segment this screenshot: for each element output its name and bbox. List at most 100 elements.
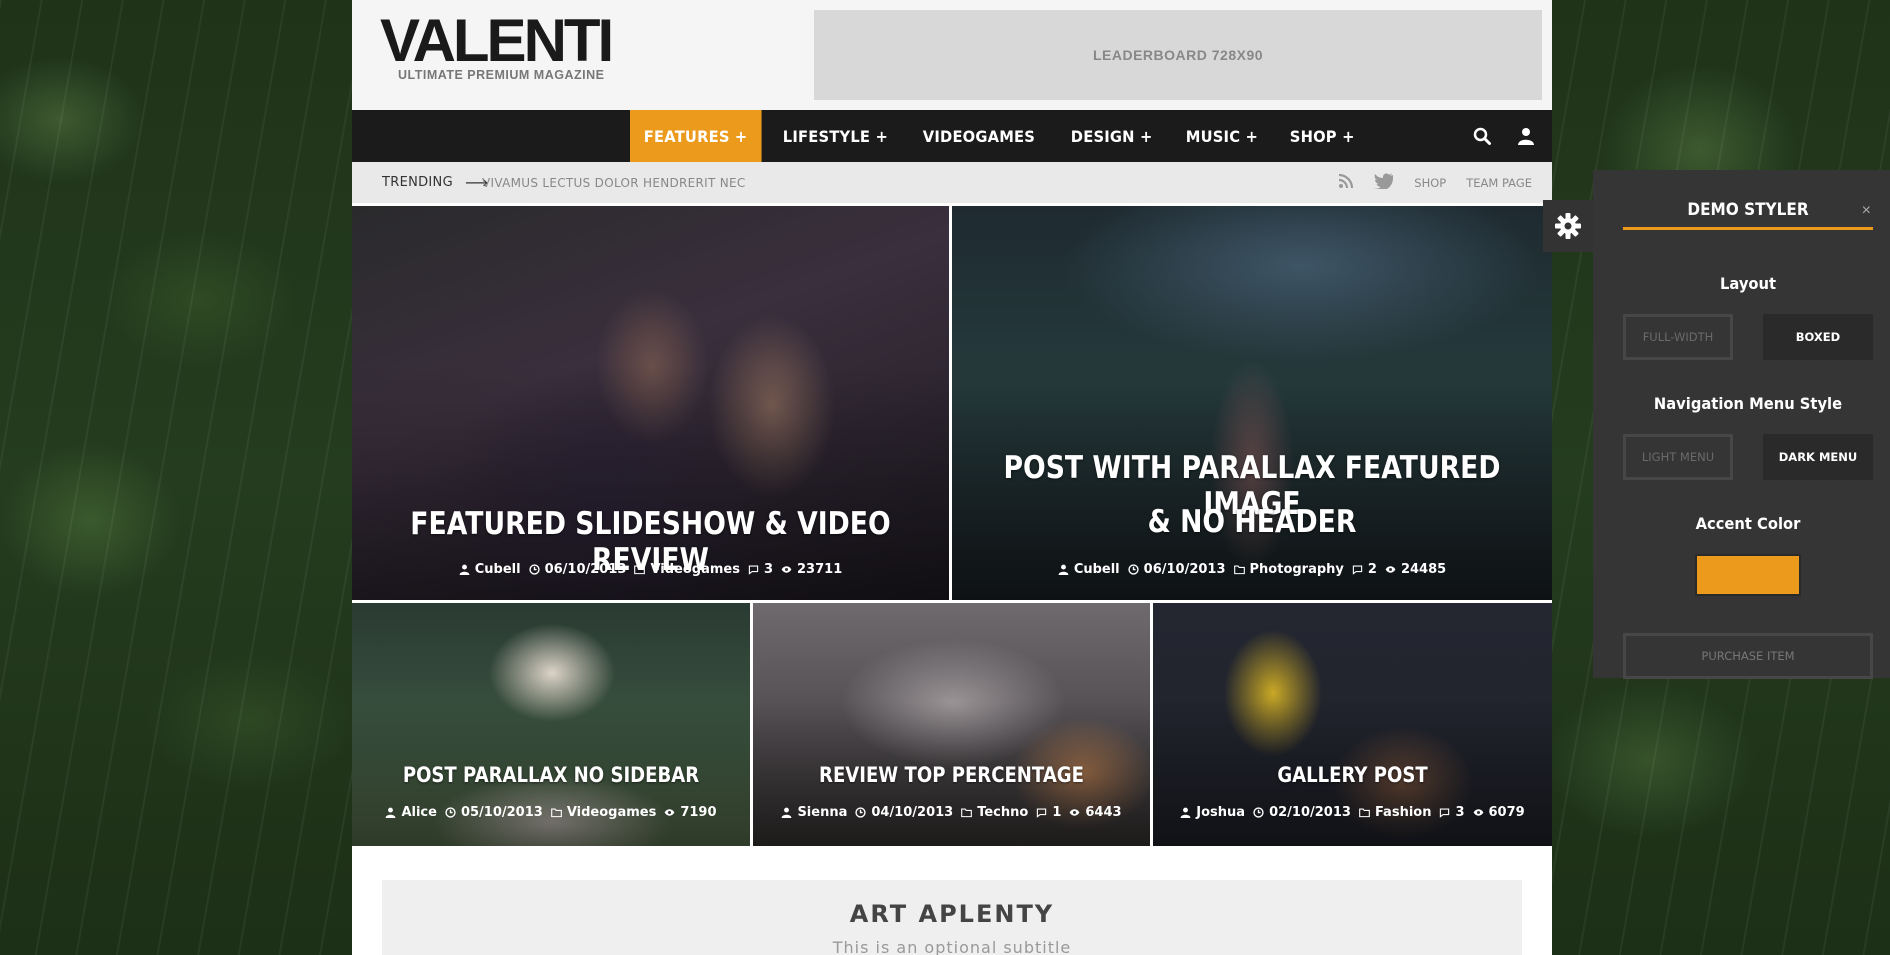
post-views: 24485 (1400, 562, 1447, 577)
main-navigation: FEATURES + LIFESTYLE + VIDEOGAMES DESIGN… (352, 110, 1552, 162)
demo-styler-panel: DEMO STYLER × Layout FULL-WIDTH BOXED Na… (1593, 170, 1890, 679)
post-meta: Cubell 06/10/2013 Videogames 3 23711 (352, 562, 949, 577)
gear-icon (1555, 213, 1581, 239)
clock-icon (445, 807, 456, 818)
site-logo[interactable]: VALENTI ULTIMATE PREMIUM MAGAZINE (380, 7, 630, 83)
post-card-gallery-post[interactable]: GALLERY POST Joshua 02/10/2013 Fashion 3… (1153, 603, 1552, 846)
post-comments[interactable]: 3 (1455, 805, 1464, 820)
folder-icon (634, 565, 646, 575)
page-container: VALENTI ULTIMATE PREMIUM MAGAZINE LEADER… (352, 0, 1552, 955)
post-meta: Alice 05/10/2013 Videogames 7190 (352, 805, 750, 820)
clock-icon (1253, 807, 1264, 818)
post-meta: Cubell 06/10/2013 Photography 2 24485 (952, 562, 1552, 577)
post-card-featured-slideshow[interactable]: FEATURED SLIDESHOW & VIDEO REVIEW Cubell… (352, 206, 949, 600)
clock-icon (855, 807, 867, 818)
nav-item-features[interactable]: FEATURES + (630, 110, 762, 162)
nav-item-shop[interactable]: SHOP + (1276, 110, 1368, 162)
nav-item-lifestyle[interactable]: LIFESTYLE + (769, 110, 902, 162)
site-header: VALENTI ULTIMATE PREMIUM MAGAZINE LEADER… (352, 0, 1552, 110)
section-subtitle: This is an optional subtitle (832, 938, 1072, 955)
logo-title: VALENTI (380, 7, 614, 74)
post-title[interactable]: REVIEW TOP PERCENTAGE (781, 763, 1122, 787)
purchase-item-button[interactable]: PURCHASE ITEM (1623, 633, 1873, 679)
accent-color-label: Accent Color (1695, 514, 1801, 533)
trending-label: TRENDING (382, 175, 453, 190)
eye-icon (664, 809, 675, 816)
folder-icon (1359, 808, 1370, 818)
search-icon[interactable] (1472, 126, 1492, 146)
eye-icon (1069, 809, 1080, 816)
close-icon[interactable]: × (1862, 202, 1871, 220)
post-views: 23711 (797, 562, 843, 577)
section-title: ART APLENTY (849, 900, 1055, 928)
post-category[interactable]: Fashion (1375, 805, 1432, 820)
post-comments[interactable]: 1 (1052, 805, 1061, 820)
post-date: 05/10/2013 (460, 805, 543, 820)
post-card-parallax-featured[interactable]: POST WITH PARALLAX FEATURED IMAGE & NO H… (952, 206, 1552, 600)
shop-link[interactable]: SHOP (1414, 176, 1446, 190)
light-menu-button[interactable]: LIGHT MENU (1623, 434, 1733, 480)
layout-full-width-button[interactable]: FULL-WIDTH (1623, 314, 1733, 360)
folder-icon (961, 808, 973, 818)
styler-toggle-button[interactable] (1543, 200, 1593, 252)
user-icon[interactable] (1516, 126, 1536, 146)
post-card-parallax-no-sidebar[interactable]: POST PARALLAX NO SIDEBAR Alice 05/10/201… (352, 603, 750, 846)
twitter-icon[interactable] (1374, 173, 1394, 192)
team-page-link[interactable]: TEAM PAGE (1466, 176, 1532, 190)
post-title[interactable]: POST PARALLAX NO SIDEBAR (380, 763, 722, 787)
accent-color-swatch[interactable] (1695, 554, 1801, 596)
eye-icon (1385, 566, 1396, 573)
post-author[interactable]: Cubell (475, 562, 521, 577)
post-date: 04/10/2013 (871, 805, 954, 820)
trending-bar: TRENDING ⟶ VIVAMUS LECTUS DOLOR HENDRERI… (352, 162, 1552, 206)
user-icon (1180, 807, 1191, 818)
post-views: 6443 (1085, 805, 1122, 820)
post-date: 02/10/2013 (1269, 805, 1351, 820)
nav-item-videogames[interactable]: VIDEOGAMES (909, 110, 1049, 162)
post-comments[interactable]: 2 (1368, 562, 1377, 577)
section-block-header: ART APLENTY This is an optional subtitle (382, 880, 1522, 955)
user-icon (1058, 564, 1069, 575)
post-category[interactable]: Videogames (567, 805, 657, 820)
comment-icon (748, 565, 759, 575)
folder-icon (550, 808, 562, 818)
post-views: 6079 (1488, 805, 1525, 820)
post-card-review-top-percentage[interactable]: REVIEW TOP PERCENTAGE Sienna 04/10/2013 … (753, 603, 1150, 846)
clock-icon (1128, 564, 1139, 575)
user-icon (459, 564, 470, 575)
user-icon (782, 807, 792, 818)
post-author[interactable]: Sienna (797, 805, 847, 820)
post-date: 06/10/2013 (1143, 562, 1226, 577)
post-author[interactable]: Joshua (1196, 805, 1245, 820)
post-meta: Sienna 04/10/2013 Techno 1 6443 (753, 805, 1150, 820)
post-category[interactable]: Photography (1250, 562, 1344, 577)
comment-icon (1037, 808, 1047, 818)
nav-style-label: Navigation Menu Style (1653, 394, 1843, 413)
post-views: 7190 (680, 805, 717, 820)
post-meta: Joshua 02/10/2013 Fashion 3 6079 (1153, 805, 1552, 820)
eye-icon (781, 566, 792, 573)
layout-boxed-button[interactable]: BOXED (1763, 314, 1873, 360)
folder-icon (1233, 565, 1245, 575)
post-date: 06/10/2013 (544, 562, 627, 577)
user-icon (386, 807, 396, 818)
nav-item-design[interactable]: DESIGN + (1057, 110, 1166, 162)
post-author[interactable]: Alice (401, 805, 437, 820)
post-author[interactable]: Cubell (1074, 562, 1120, 577)
post-title[interactable]: GALLERY POST (1181, 763, 1524, 787)
comment-icon (1440, 808, 1450, 818)
post-category[interactable]: Videogames (650, 562, 740, 577)
clock-icon (528, 564, 540, 575)
post-title-line-2[interactable]: & NO HEADER (994, 504, 1510, 540)
logo-subtitle: ULTIMATE PREMIUM MAGAZINE (398, 68, 605, 82)
leaderboard-ad[interactable]: LEADERBOARD 728X90 (814, 10, 1542, 100)
nav-item-music[interactable]: MUSIC + (1172, 110, 1272, 162)
styler-title: DEMO STYLER (1687, 200, 1809, 220)
eye-icon (1473, 809, 1483, 816)
dark-menu-button[interactable]: DARK MENU (1763, 434, 1873, 480)
comment-icon (1352, 565, 1363, 575)
post-comments[interactable]: 3 (764, 562, 773, 577)
rss-icon[interactable] (1338, 173, 1354, 192)
trending-headline[interactable]: VIVAMUS LECTUS DOLOR HENDRERIT NEC (482, 162, 746, 203)
post-category[interactable]: Techno (977, 805, 1028, 820)
